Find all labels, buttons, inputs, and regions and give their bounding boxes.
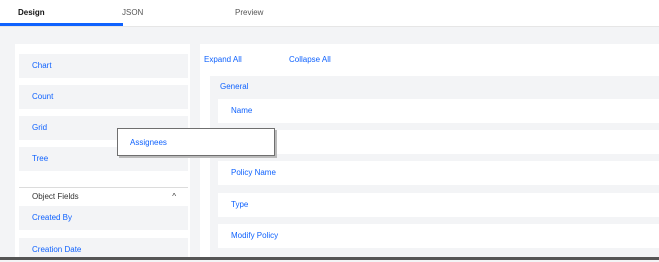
object-fields-header[interactable]: Object Fields ^ [19, 187, 188, 205]
tab-json[interactable]: JSON [122, 0, 143, 26]
field-row-empty[interactable] [218, 130, 659, 154]
object-fields-label: Object Fields [32, 192, 79, 201]
field-row-type[interactable]: Type [218, 193, 659, 217]
drag-preview-assignees[interactable]: Assignees [117, 128, 275, 156]
tab-bar: Design JSON Preview [0, 0, 659, 27]
expand-all-link[interactable]: Expand All [204, 55, 242, 64]
active-tab-indicator [0, 23, 123, 26]
tab-preview[interactable]: Preview [235, 0, 263, 26]
field-item-created-by[interactable]: Created By [19, 206, 188, 230]
general-section-label[interactable]: General [220, 82, 248, 91]
palette-item-count[interactable]: Count [19, 85, 188, 109]
field-row-modify-policy[interactable]: Modify Policy [218, 224, 659, 248]
palette-item-chart[interactable]: Chart [19, 54, 188, 78]
collapse-all-link[interactable]: Collapse All [289, 55, 331, 64]
field-row-name[interactable]: Name [218, 99, 659, 123]
drag-preview-label: Assignees [130, 138, 167, 147]
chevron-up-icon[interactable]: ^ [172, 188, 176, 206]
field-row-policy-name[interactable]: Policy Name [218, 161, 659, 185]
